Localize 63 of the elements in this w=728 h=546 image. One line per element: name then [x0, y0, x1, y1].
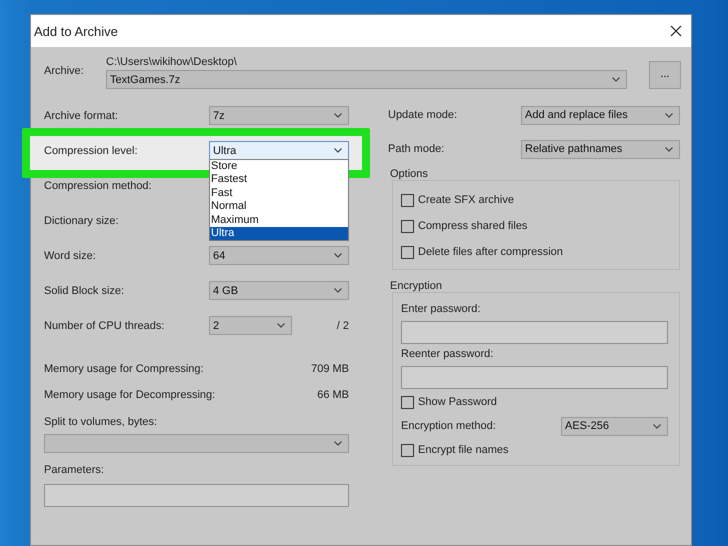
dropdown[interactable]: Ultra — [209, 141, 349, 160]
checkbox[interactable] — [401, 246, 414, 258]
field-label: Archive: — [44, 64, 85, 79]
field-label: Compression level: — [44, 144, 139, 156]
checkbox-label: Compress shared files — [418, 220, 528, 232]
chevron-icon — [334, 148, 342, 153]
chevron-icon — [653, 424, 661, 428]
memory-value: 66 MB — [316, 389, 349, 401]
field-label: Update mode: — [388, 109, 458, 121]
chevron-icon — [612, 77, 620, 82]
password-field[interactable] — [401, 366, 668, 389]
checkbox[interactable] — [401, 396, 414, 408]
chevron-icon — [665, 112, 673, 118]
dropdown[interactable]: Add and replace files — [521, 106, 680, 124]
path-text: C:\Users\wikihow\Desktop\ — [106, 56, 238, 68]
dropdown-option[interactable]: Store — [210, 160, 348, 174]
dropdown-option[interactable]: Fast — [210, 186, 348, 200]
dropdown-option[interactable]: Fastest — [210, 173, 348, 187]
checkbox-label: Encrypt file names — [418, 444, 508, 456]
archive-name-field[interactable]: TextGames.7z — [106, 70, 627, 89]
memory-value: 709 MB — [310, 363, 349, 375]
thread-count-text: / 2 — [336, 320, 349, 332]
field-label: Enter password: — [401, 303, 482, 315]
field-label: Dictionary size: — [44, 214, 120, 226]
field-label: Number of CPU threads: — [44, 320, 166, 332]
input-field[interactable] — [44, 484, 349, 507]
dropdown-option[interactable]: Normal — [210, 200, 348, 214]
chevron-icon — [334, 253, 342, 258]
field-label: Split to volumes, bytes: — [44, 416, 158, 428]
dropdown[interactable]: 4 GB — [209, 281, 349, 300]
field-label: Memory usage for Compressing: — [44, 363, 204, 375]
field-label: Memory usage for Decompressing: — [44, 389, 216, 401]
field-label: Archive format: — [44, 110, 119, 122]
chevron-icon — [334, 113, 342, 118]
chevron-icon — [334, 441, 342, 446]
dropdown[interactable]: 2 — [209, 316, 292, 335]
field-label: Word size: — [44, 250, 97, 262]
field-label: Reenter password: — [401, 348, 494, 360]
checkbox[interactable] — [401, 194, 414, 206]
checkbox-label: Delete files after compression — [418, 246, 563, 258]
field-label: Solid Block size: — [44, 284, 126, 296]
dropdown[interactable]: AES-256 — [561, 416, 668, 436]
chevron-icon — [665, 146, 673, 152]
field-label: Encryption method: — [401, 420, 497, 432]
field-label: Path mode: — [388, 143, 446, 155]
checkbox-label: Create SFX archive — [418, 194, 514, 206]
window-title: Add to Archive — [34, 24, 119, 38]
group-title: Encryption — [389, 280, 443, 292]
field-label: Compression method: — [44, 180, 153, 192]
dropdown-option[interactable]: Ultra — [210, 226, 348, 240]
group-title: Options — [389, 168, 429, 180]
chevron-icon — [334, 288, 342, 293]
dropdown[interactable]: 7z — [209, 106, 349, 125]
checkbox[interactable] — [401, 444, 414, 456]
checkbox-label: Show Password — [418, 396, 497, 408]
chevron-icon — [277, 323, 285, 328]
dropdown-option[interactable]: Maximum — [210, 214, 348, 227]
dropdown[interactable]: 64 — [209, 246, 349, 265]
checkbox[interactable] — [401, 220, 414, 232]
browse-button[interactable]: ... — [649, 60, 681, 88]
password-field[interactable] — [401, 321, 668, 344]
field-label: Parameters: — [44, 464, 105, 476]
dropdown[interactable]: Relative pathnames — [521, 140, 680, 158]
